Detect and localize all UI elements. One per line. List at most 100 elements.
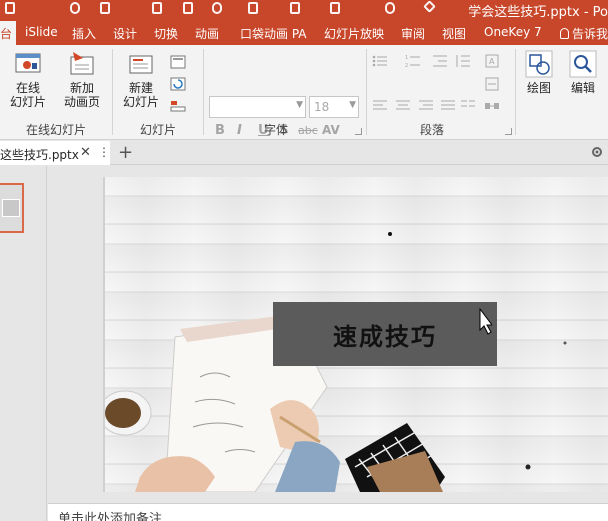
tab-onekey[interactable]: OneKey 7 bbox=[484, 25, 542, 39]
font-dialog-launcher[interactable] bbox=[355, 128, 362, 135]
new-slide-label-1: 新建 bbox=[128, 81, 153, 95]
chevron-down-icon: ▼ bbox=[349, 100, 356, 110]
new-slide-label-2: 幻灯片 bbox=[122, 95, 159, 109]
lightbulb-icon bbox=[560, 28, 569, 39]
bullets-icon[interactable] bbox=[372, 54, 388, 68]
new-anim-page-button[interactable]: 新加 动画页 bbox=[56, 49, 108, 109]
numbering-icon[interactable]: 12 bbox=[405, 54, 421, 68]
draw-label: 绘图 bbox=[526, 81, 551, 95]
ribbon: 在线 幻灯片 新加 动画页 在线幻灯片 新建 幻灯片 幻灯片 ▼ 18 ▼ B bbox=[0, 45, 608, 161]
group-separator bbox=[203, 49, 204, 135]
notes-pane[interactable]: 单击此处添加备注 bbox=[48, 503, 608, 521]
find-icon bbox=[568, 49, 598, 79]
present-icon[interactable] bbox=[152, 2, 162, 14]
dropdown-icon[interactable] bbox=[330, 2, 340, 14]
close-tab-icon[interactable]: ✕ bbox=[80, 145, 91, 160]
tab-transitions[interactable]: 切换 bbox=[154, 25, 178, 42]
layout-icon[interactable] bbox=[170, 55, 186, 69]
tab-design[interactable]: 设计 bbox=[113, 25, 137, 42]
paste-icon[interactable] bbox=[248, 2, 258, 14]
document-tab-bar: 这些技巧.pptx ✕ ⋮ + bbox=[0, 141, 608, 165]
online-slide-label-2: 幻灯片 bbox=[9, 95, 46, 109]
align-left-icon[interactable] bbox=[372, 99, 388, 113]
online-slide-label-1: 在线 bbox=[15, 81, 40, 95]
tell-me-box[interactable]: 告诉我 bbox=[560, 25, 608, 42]
tab-view[interactable]: 视图 bbox=[442, 25, 466, 42]
align-text-icon[interactable] bbox=[484, 77, 500, 91]
italic-button[interactable]: I bbox=[237, 123, 242, 138]
decrease-indent-icon[interactable] bbox=[432, 54, 448, 68]
draw-button[interactable]: 绘图 bbox=[522, 49, 556, 95]
tab-animations[interactable]: 动画 bbox=[195, 25, 219, 42]
shapes-icon bbox=[524, 49, 554, 79]
window-title: 学会这些技巧.pptx - Po bbox=[468, 5, 608, 20]
shape-icon[interactable] bbox=[290, 2, 300, 14]
redo-icon[interactable] bbox=[100, 2, 110, 14]
tab-review[interactable]: 审阅 bbox=[401, 25, 425, 42]
tab-pocket-animation[interactable]: 口袋动画 PA bbox=[240, 25, 307, 42]
screenshot-icon[interactable] bbox=[183, 2, 193, 14]
new-slide-button[interactable]: 新建 幻灯片 bbox=[118, 49, 164, 109]
section-icon[interactable] bbox=[170, 99, 186, 113]
justify-icon[interactable] bbox=[440, 99, 456, 113]
add-tab-icon[interactable]: + bbox=[118, 142, 133, 163]
text-direction-icon[interactable]: A bbox=[484, 54, 500, 68]
svg-text:A: A bbox=[489, 57, 495, 66]
bold-button[interactable]: B bbox=[215, 123, 225, 138]
align-center-icon[interactable] bbox=[395, 99, 411, 113]
group-separator bbox=[515, 49, 516, 135]
quick-access-toolbar: 学会这些技巧.pptx - Po bbox=[0, 0, 608, 20]
powerpoint-window: 学会这些技巧.pptx - Po 台 iSlide 插入 设计 切换 动画 口袋… bbox=[0, 0, 608, 521]
tab-slideshow[interactable]: 幻灯片放映 bbox=[324, 25, 384, 42]
svg-text:2: 2 bbox=[405, 63, 408, 68]
new-anim-page-icon bbox=[67, 49, 97, 79]
move-cursor-icon bbox=[479, 308, 492, 335]
edit-label: 编辑 bbox=[570, 81, 595, 95]
char-spacing-button[interactable]: AV bbox=[322, 123, 340, 137]
group-label-font: 字体 bbox=[264, 123, 289, 137]
strikethrough-button[interactable]: abc bbox=[298, 124, 318, 137]
title-bar: 学会这些技巧.pptx - Po 台 iSlide 插入 设计 切换 动画 口袋… bbox=[0, 0, 608, 45]
record-icon[interactable] bbox=[212, 2, 222, 14]
paragraph-dialog-launcher[interactable] bbox=[505, 128, 512, 135]
tell-me-label: 告诉我 bbox=[572, 27, 608, 41]
align-right-icon[interactable] bbox=[418, 99, 434, 113]
document-tab-label: 这些技巧.pptx bbox=[0, 148, 79, 162]
reset-icon[interactable] bbox=[170, 77, 186, 91]
notes-placeholder: 单击此处添加备注 bbox=[58, 512, 163, 521]
columns-icon[interactable] bbox=[460, 99, 476, 113]
online-slide-button[interactable]: 在线 幻灯片 bbox=[6, 49, 50, 109]
smartart-icon[interactable] bbox=[484, 99, 500, 113]
ribbon-tabs: 台 iSlide 插入 设计 切换 动画 口袋动画 PA 幻灯片放映 审阅 视图… bbox=[0, 21, 608, 45]
slide-thumbnail[interactable] bbox=[0, 183, 24, 233]
tab-islide[interactable]: iSlide bbox=[25, 25, 58, 39]
group-separator bbox=[366, 49, 367, 135]
gear-icon[interactable] bbox=[590, 145, 604, 159]
edit-button[interactable]: 编辑 bbox=[566, 49, 600, 95]
slide-title-box[interactable]: 速成技巧 bbox=[273, 302, 497, 366]
tab-insert[interactable]: 插入 bbox=[72, 25, 96, 42]
online-slide-icon bbox=[13, 49, 43, 79]
font-size-value: 18 bbox=[314, 100, 330, 114]
group-separator bbox=[112, 49, 113, 135]
line-spacing-icon[interactable] bbox=[455, 54, 471, 68]
diamond-icon[interactable] bbox=[423, 0, 436, 13]
more-options-icon[interactable]: ⋮ bbox=[98, 145, 110, 159]
color-icon[interactable] bbox=[385, 2, 395, 14]
thumbnail-preview bbox=[2, 199, 20, 217]
new-anim-page-label-1: 新加 bbox=[69, 81, 94, 95]
chevron-down-icon: ▼ bbox=[296, 100, 303, 110]
new-anim-page-label-2: 动画页 bbox=[63, 95, 100, 109]
tab-home[interactable]: 台 bbox=[0, 21, 17, 45]
new-slide-icon bbox=[126, 49, 156, 79]
group-label-slides: 幻灯片 bbox=[140, 123, 177, 137]
slide-title: 速成技巧 bbox=[333, 322, 437, 351]
font-size-box[interactable]: 18 ▼ bbox=[309, 96, 359, 118]
undo-icon[interactable] bbox=[70, 2, 80, 14]
svg-text:1: 1 bbox=[405, 55, 408, 61]
font-name-box[interactable]: ▼ bbox=[209, 96, 306, 118]
group-label-paragraph: 段落 bbox=[420, 123, 445, 137]
slide-thumbnail-pane bbox=[0, 166, 47, 521]
save-icon[interactable] bbox=[5, 2, 15, 14]
document-tab[interactable]: 这些技巧.pptx ✕ ⋮ bbox=[0, 141, 110, 165]
